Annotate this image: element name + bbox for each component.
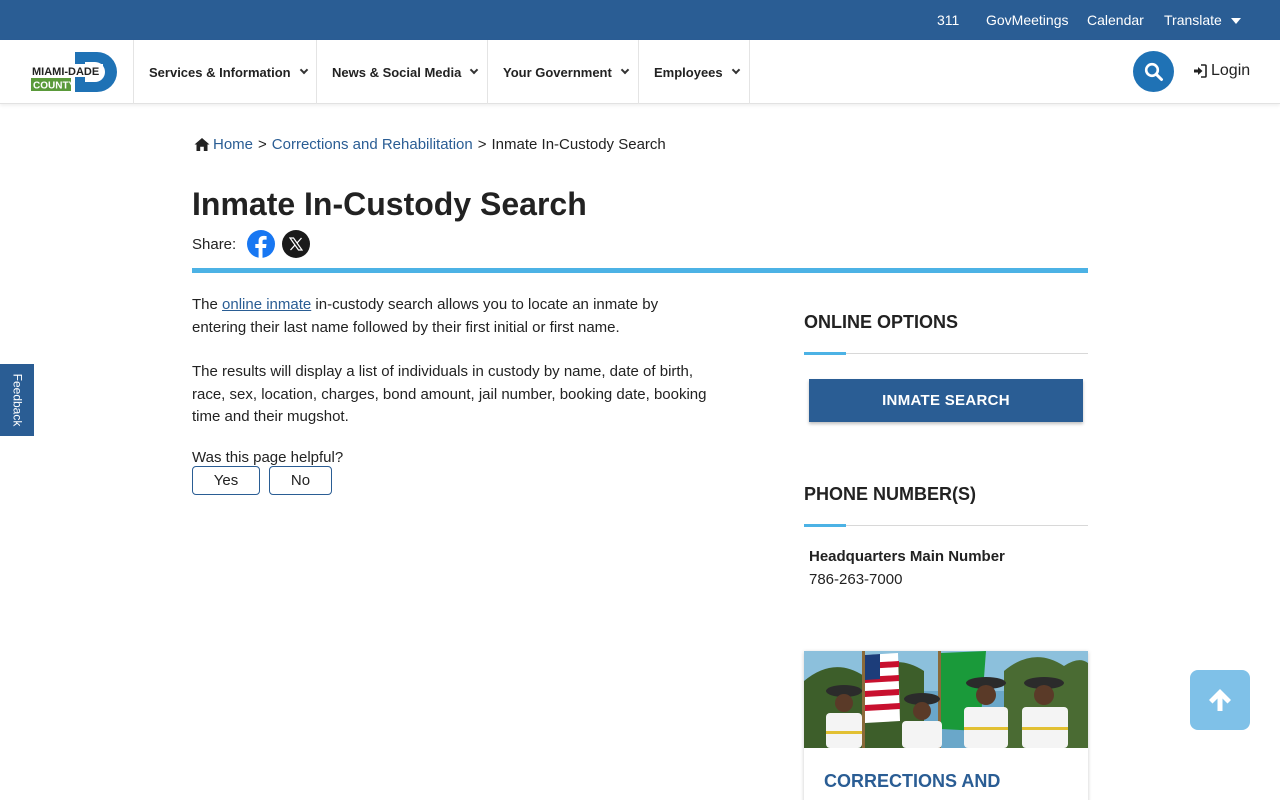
utility-link-calendar[interactable]: Calendar xyxy=(1087,12,1144,28)
breadcrumb: Home > Corrections and Rehabilitation > … xyxy=(194,136,666,153)
caret-down-icon xyxy=(1230,18,1241,25)
results-paragraph: The results will display a list of indiv… xyxy=(192,363,707,425)
online-options-divider xyxy=(804,352,1088,355)
title-divider xyxy=(192,268,1088,273)
online-options-heading: ONLINE OPTIONS xyxy=(804,312,959,332)
divider-accent xyxy=(804,524,846,527)
x-icon xyxy=(289,237,304,251)
chevron-down-icon xyxy=(470,65,479,75)
nav-label: Employees xyxy=(654,64,723,80)
utility-bar: 311 GovMeetings Calendar Translate xyxy=(0,0,1280,40)
login-link[interactable]: Login xyxy=(1193,62,1250,80)
county-logo[interactable]: MIAMI-DADE COUNTY xyxy=(31,51,119,93)
feedback-tab[interactable]: Feedback xyxy=(0,364,34,436)
logo-text-line1: MIAMI-DADE xyxy=(32,66,99,78)
intro-prefix: The xyxy=(192,296,223,313)
share-bar: Share: xyxy=(192,230,311,258)
promo-title: CORRECTIONS AND xyxy=(824,771,1001,791)
chevron-down-icon xyxy=(620,65,630,75)
nav-your-government[interactable]: Your Government xyxy=(487,40,638,104)
login-label: Login xyxy=(1211,62,1251,79)
facebook-share-button[interactable] xyxy=(247,230,276,258)
chevron-down-icon xyxy=(731,65,740,75)
helpful-question: Was this page helpful? xyxy=(192,449,344,466)
hq-label: Headquarters Main Number xyxy=(809,548,1005,565)
translate-label: Translate xyxy=(1164,12,1222,28)
breadcrumb-current: Inmate In-Custody Search xyxy=(491,136,666,153)
nav-employees[interactable]: Employees xyxy=(638,40,749,104)
nav-news-social-media[interactable]: News & Social Media xyxy=(316,40,487,104)
breadcrumb-home[interactable]: Home xyxy=(213,136,253,153)
feedback-label: Feedback xyxy=(10,373,25,427)
honor-guard-photo xyxy=(804,651,1088,748)
corrections-promo-card[interactable]: CORRECTIONS AND xyxy=(804,651,1088,800)
phone-numbers-heading: PHONE NUMBER(S) xyxy=(804,484,977,504)
search-button[interactable] xyxy=(1133,51,1174,92)
search-icon xyxy=(1144,62,1163,81)
intro-paragraph: The online inmate in-custody search allo… xyxy=(192,294,712,339)
hq-phone[interactable]: 786-263-7000 xyxy=(809,571,902,588)
facebook-icon xyxy=(255,235,267,258)
nav-label: News & Social Media xyxy=(332,64,462,80)
nav-services-information[interactable]: Services & Information xyxy=(133,40,316,104)
main-content: The online inmate in-custody search allo… xyxy=(192,294,712,451)
home-icon xyxy=(194,138,210,151)
phone-numbers-divider xyxy=(804,524,1088,527)
nav-label: Services & Information xyxy=(149,64,291,80)
main-nav: MIAMI-DADE COUNTY Services & Information… xyxy=(0,40,1280,104)
logo-text-line2: COUNTY xyxy=(33,81,76,92)
chevron-down-icon xyxy=(299,65,308,75)
inmate-search-button[interactable]: INMATE SEARCH xyxy=(809,379,1083,422)
helpful-yes-button[interactable]: Yes xyxy=(192,466,260,495)
login-icon xyxy=(1194,64,1207,78)
breadcrumb-separator: > xyxy=(258,136,267,153)
helpful-no-button[interactable]: No xyxy=(269,466,332,495)
utility-link-govmeetings[interactable]: GovMeetings xyxy=(986,12,1068,28)
page-title: Inmate In-Custody Search xyxy=(192,186,587,222)
breadcrumb-separator: > xyxy=(477,136,487,153)
translate-dropdown[interactable]: Translate xyxy=(1164,12,1241,28)
arrow-up-icon xyxy=(1209,689,1231,711)
nav-divider xyxy=(749,40,750,104)
share-label: Share: xyxy=(192,235,237,253)
breadcrumb-corrections[interactable]: Corrections and Rehabilitation xyxy=(272,136,473,153)
logo-mark: MIAMI-DADE COUNTY xyxy=(31,52,117,92)
back-to-top-button[interactable] xyxy=(1190,670,1250,730)
nav-label: Your Government xyxy=(503,64,612,80)
online-inmate-link[interactable]: online inmate xyxy=(222,296,311,313)
utility-link-311[interactable]: 311 xyxy=(937,12,959,28)
x-share-button[interactable] xyxy=(282,230,311,258)
helpful-buttons: Yes No xyxy=(192,466,332,495)
divider-accent xyxy=(804,352,846,355)
